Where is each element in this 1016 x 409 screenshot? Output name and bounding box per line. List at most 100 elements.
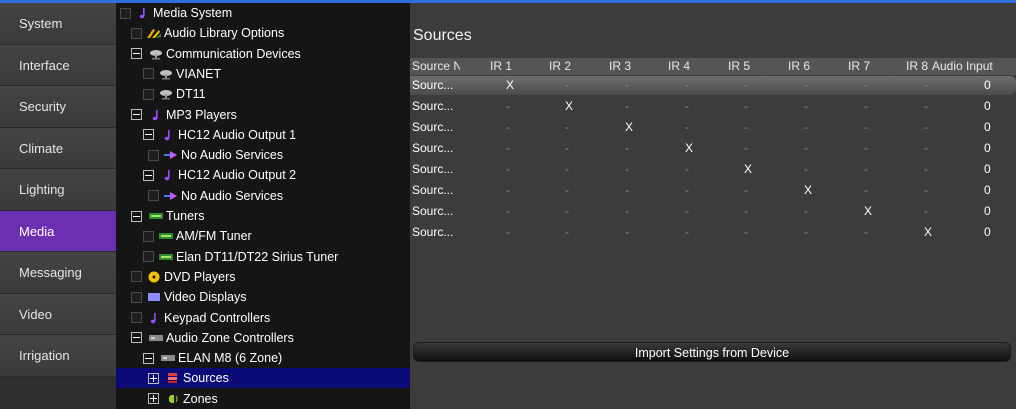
tree-checkbox[interactable] xyxy=(143,88,154,100)
tree-checkbox[interactable] xyxy=(148,190,159,202)
column-header[interactable]: IR 8 xyxy=(906,58,932,75)
column-header[interactable]: IR 3 xyxy=(609,58,639,75)
column-header[interactable]: Audio Input xyxy=(932,58,1016,75)
music-note-icon xyxy=(146,312,162,324)
tree-node[interactable]: No Audio Services xyxy=(116,145,410,165)
ir-cell: - xyxy=(924,78,928,92)
expand-icon[interactable] xyxy=(148,393,159,405)
tree-node[interactable]: Zones xyxy=(116,389,410,409)
ir-cell: - xyxy=(506,204,510,218)
table-row[interactable]: Sourc... X - - - - - - - 0 xyxy=(410,76,1016,95)
sidebar-item-messaging[interactable]: Messaging xyxy=(0,252,116,294)
tree-node[interactable]: Media System xyxy=(116,3,410,23)
tree-checkbox[interactable] xyxy=(131,27,142,39)
ir-cell: - xyxy=(864,141,868,155)
tree-node[interactable]: No Audio Services xyxy=(116,186,410,206)
column-header[interactable]: IR 1 xyxy=(490,58,520,75)
tree-checkbox[interactable] xyxy=(131,271,142,283)
sidebar-item-lighting[interactable]: Lighting xyxy=(0,169,116,211)
column-header[interactable]: IR 6 xyxy=(788,58,818,75)
tree-node[interactable]: VIANET xyxy=(116,64,410,84)
tree-node-label: Audio Zone Controllers xyxy=(166,330,294,345)
ir-cell: - xyxy=(685,183,689,197)
tree-node[interactable]: Audio Library Options xyxy=(116,23,410,43)
ir-cell: - xyxy=(625,162,629,176)
tree-node-label: Communication Devices xyxy=(166,46,301,61)
collapse-icon[interactable] xyxy=(131,48,142,60)
column-header[interactable]: IR 2 xyxy=(549,58,579,75)
tree-node[interactable]: HC12 Audio Output 2 xyxy=(116,165,410,185)
tree-node[interactable]: Communication Devices xyxy=(116,44,410,64)
ir-cell: - xyxy=(685,99,689,113)
ir-cell: - xyxy=(565,225,569,239)
tree-checkbox[interactable] xyxy=(143,251,154,263)
table-row[interactable]: Sourc... - - - - - - X - 0 xyxy=(410,202,1016,221)
ir-cell: X xyxy=(924,225,933,239)
tree-node[interactable]: ELAN M8 (6 Zone) xyxy=(116,348,410,368)
tree-node[interactable]: HC12 Audio Output 1 xyxy=(116,125,410,145)
source-name-cell: Sourc... xyxy=(412,141,454,155)
sidebar-item-climate[interactable]: Climate xyxy=(0,127,116,169)
audio-input-cell: 0 xyxy=(984,141,991,155)
ir-cell: X xyxy=(744,162,753,176)
column-header[interactable]: IR 4 xyxy=(668,58,698,75)
table-row[interactable]: Sourc... - - - X - - - - 0 xyxy=(410,139,1016,158)
tree-node[interactable]: DT11 xyxy=(116,84,410,104)
controller-icon xyxy=(160,352,176,364)
music-note-icon xyxy=(135,7,151,19)
tree-node[interactable]: Tuners xyxy=(116,206,410,226)
ir-cell: X xyxy=(864,204,873,218)
collapse-icon[interactable] xyxy=(143,129,154,141)
ir-cell: - xyxy=(506,162,510,176)
table-row[interactable]: Sourc... - - X - - - - - 0 xyxy=(410,118,1016,137)
collapse-icon[interactable] xyxy=(131,332,142,344)
sidebar-item-irrigation[interactable]: Irrigation xyxy=(0,335,116,377)
ir-cell: - xyxy=(744,204,748,218)
sidebar-item-interface[interactable]: Interface xyxy=(0,44,116,86)
ir-cell: - xyxy=(864,183,868,197)
collapse-icon[interactable] xyxy=(131,109,142,120)
tree-node[interactable]: Elan DT11/DT22 Sirius Tuner xyxy=(116,247,410,267)
tree-node[interactable]: Audio Zone Controllers xyxy=(116,328,410,348)
device-tree: Media System Audio Library Options Communi… xyxy=(116,3,410,409)
collapse-icon[interactable] xyxy=(131,210,142,222)
tuner-icon xyxy=(158,251,174,263)
ir-cell: - xyxy=(804,141,808,155)
tree-checkbox[interactable] xyxy=(131,291,142,303)
table-row[interactable]: Sourc... - - - - - X - - 0 xyxy=(410,181,1016,200)
tree-checkbox[interactable] xyxy=(148,149,159,161)
sidebar-item-security[interactable]: Security xyxy=(0,86,116,128)
tree-node[interactable]: MP3 Players xyxy=(116,105,410,125)
tree-node[interactable]: Keypad Controllers xyxy=(116,308,410,328)
tree-node-label: MP3 Players xyxy=(166,107,237,122)
tree-node-label: Tuners xyxy=(166,209,205,223)
table-row[interactable]: Sourc... - X - - - - - - 0 xyxy=(410,97,1016,116)
tree-checkbox[interactable] xyxy=(131,312,142,323)
tree-node[interactable]: Sources xyxy=(116,368,410,389)
column-header[interactable]: IR 5 xyxy=(728,58,758,75)
tree-checkbox[interactable] xyxy=(120,7,131,19)
column-header[interactable]: Source Na xyxy=(412,58,460,75)
tree-node-label: No Audio Services xyxy=(181,148,284,163)
ir-cell: - xyxy=(625,183,629,197)
ir-cell: - xyxy=(744,141,748,155)
expand-icon[interactable] xyxy=(148,372,159,384)
ir-cell: X xyxy=(804,183,813,197)
tree-node-label: Keypad Controllers xyxy=(164,310,271,325)
tree-checkbox[interactable] xyxy=(143,230,154,242)
import-settings-button[interactable]: Import Settings from Device xyxy=(413,342,1011,362)
collapse-icon[interactable] xyxy=(143,352,154,364)
tree-node[interactable]: AM/FM Tuner xyxy=(116,226,410,246)
tree-checkbox[interactable] xyxy=(143,68,154,80)
ir-cell: - xyxy=(804,225,808,239)
sidebar-item-media[interactable]: Media xyxy=(0,210,116,252)
tree-node[interactable]: Video Displays xyxy=(116,287,410,307)
column-header[interactable]: IR 7 xyxy=(848,58,878,75)
table-row[interactable]: Sourc... - - - - X - - - 0 xyxy=(410,160,1016,179)
sidebar-item-video[interactable]: Video xyxy=(0,293,116,335)
collapse-icon[interactable] xyxy=(143,169,154,181)
sidebar-item-system[interactable]: System xyxy=(0,3,116,45)
table-row[interactable]: Sourc... - - - - - - - X 0 xyxy=(410,223,1016,242)
tree-node[interactable]: DVD Players xyxy=(116,267,410,287)
ir-cell: - xyxy=(744,78,748,92)
